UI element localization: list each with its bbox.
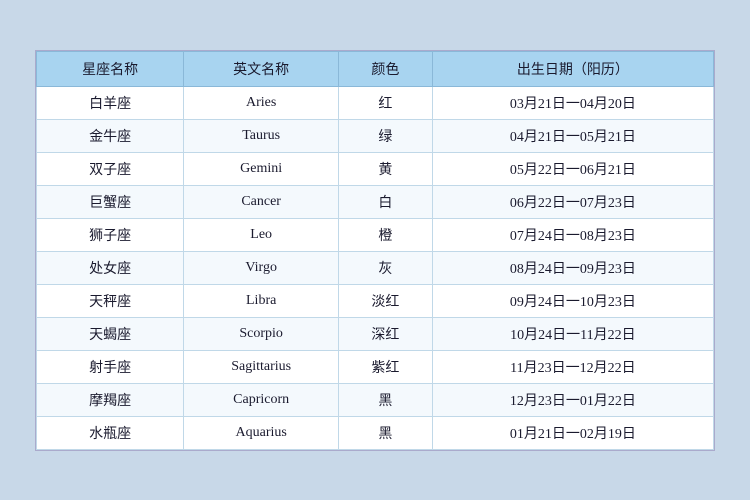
cell-color: 淡红 (339, 284, 433, 317)
cell-color: 白 (339, 185, 433, 218)
cell-color: 红 (339, 86, 433, 119)
cell-color: 灰 (339, 251, 433, 284)
header-color: 颜色 (339, 51, 433, 86)
cell-english-name: Cancer (184, 185, 339, 218)
cell-color: 黑 (339, 416, 433, 449)
cell-english-name: Taurus (184, 119, 339, 152)
cell-chinese-name: 狮子座 (37, 218, 184, 251)
table-row: 双子座Gemini黄05月22日一06月21日 (37, 152, 714, 185)
cell-english-name: Aquarius (184, 416, 339, 449)
zodiac-table: 星座名称 英文名称 颜色 出生日期（阳历） 白羊座Aries红03月21日一04… (36, 51, 714, 450)
cell-dates: 07月24日一08月23日 (432, 218, 713, 251)
table-row: 白羊座Aries红03月21日一04月20日 (37, 86, 714, 119)
table-row: 天蝎座Scorpio深红10月24日一11月22日 (37, 317, 714, 350)
cell-english-name: Libra (184, 284, 339, 317)
cell-chinese-name: 天秤座 (37, 284, 184, 317)
cell-color: 深红 (339, 317, 433, 350)
table-row: 天秤座Libra淡红09月24日一10月23日 (37, 284, 714, 317)
table-row: 处女座Virgo灰08月24日一09月23日 (37, 251, 714, 284)
cell-chinese-name: 摩羯座 (37, 383, 184, 416)
cell-dates: 03月21日一04月20日 (432, 86, 713, 119)
cell-chinese-name: 巨蟹座 (37, 185, 184, 218)
table-row: 射手座Sagittarius紫红11月23日一12月22日 (37, 350, 714, 383)
cell-english-name: Gemini (184, 152, 339, 185)
header-chinese-name: 星座名称 (37, 51, 184, 86)
cell-dates: 06月22日一07月23日 (432, 185, 713, 218)
header-english-name: 英文名称 (184, 51, 339, 86)
header-dates: 出生日期（阳历） (432, 51, 713, 86)
cell-dates: 08月24日一09月23日 (432, 251, 713, 284)
table-row: 狮子座Leo橙07月24日一08月23日 (37, 218, 714, 251)
cell-english-name: Scorpio (184, 317, 339, 350)
cell-english-name: Aries (184, 86, 339, 119)
cell-dates: 05月22日一06月21日 (432, 152, 713, 185)
cell-english-name: Leo (184, 218, 339, 251)
cell-dates: 11月23日一12月22日 (432, 350, 713, 383)
cell-color: 黄 (339, 152, 433, 185)
cell-chinese-name: 天蝎座 (37, 317, 184, 350)
table-body: 白羊座Aries红03月21日一04月20日金牛座Taurus绿04月21日一0… (37, 86, 714, 449)
cell-color: 紫红 (339, 350, 433, 383)
cell-chinese-name: 金牛座 (37, 119, 184, 152)
cell-dates: 10月24日一11月22日 (432, 317, 713, 350)
table-row: 水瓶座Aquarius黑01月21日一02月19日 (37, 416, 714, 449)
cell-chinese-name: 水瓶座 (37, 416, 184, 449)
cell-english-name: Capricorn (184, 383, 339, 416)
table-row: 摩羯座Capricorn黑12月23日一01月22日 (37, 383, 714, 416)
cell-dates: 01月21日一02月19日 (432, 416, 713, 449)
cell-english-name: Sagittarius (184, 350, 339, 383)
cell-dates: 04月21日一05月21日 (432, 119, 713, 152)
table-row: 金牛座Taurus绿04月21日一05月21日 (37, 119, 714, 152)
cell-color: 黑 (339, 383, 433, 416)
cell-dates: 12月23日一01月22日 (432, 383, 713, 416)
cell-dates: 09月24日一10月23日 (432, 284, 713, 317)
table-header-row: 星座名称 英文名称 颜色 出生日期（阳历） (37, 51, 714, 86)
cell-color: 绿 (339, 119, 433, 152)
cell-english-name: Virgo (184, 251, 339, 284)
table-row: 巨蟹座Cancer白06月22日一07月23日 (37, 185, 714, 218)
cell-color: 橙 (339, 218, 433, 251)
cell-chinese-name: 白羊座 (37, 86, 184, 119)
zodiac-table-container: 星座名称 英文名称 颜色 出生日期（阳历） 白羊座Aries红03月21日一04… (35, 50, 715, 451)
cell-chinese-name: 双子座 (37, 152, 184, 185)
cell-chinese-name: 处女座 (37, 251, 184, 284)
cell-chinese-name: 射手座 (37, 350, 184, 383)
